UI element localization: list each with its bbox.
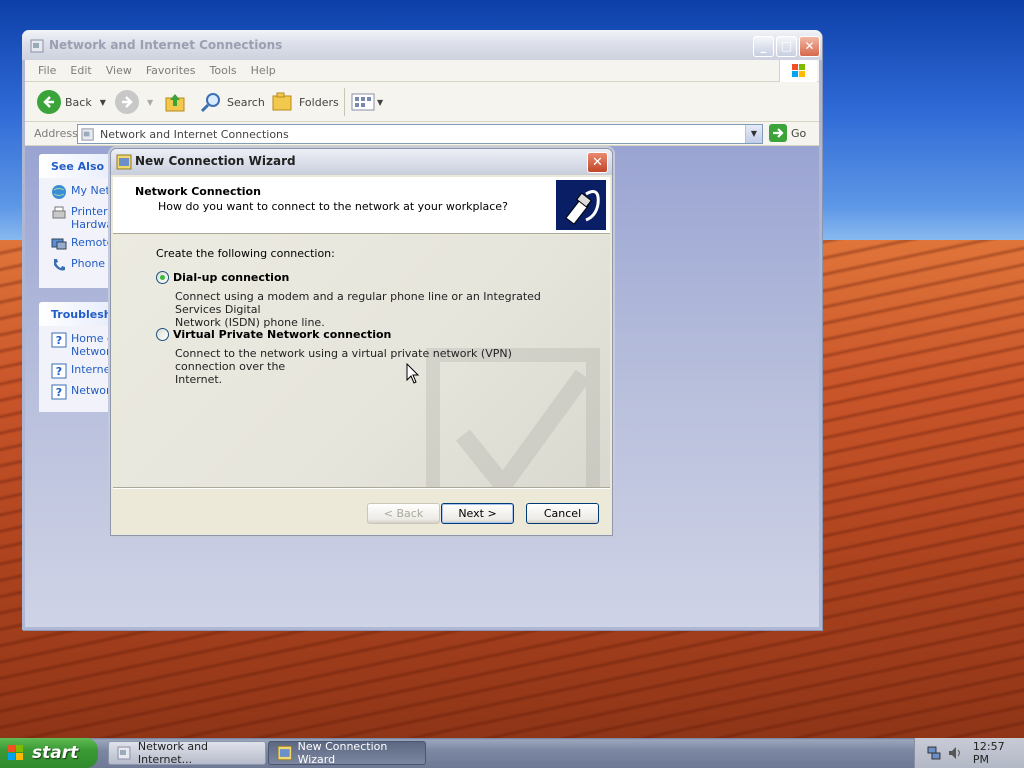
windows-flag-icon bbox=[8, 745, 23, 760]
printer-icon bbox=[52, 206, 66, 219]
chevron-down-icon: ▼ bbox=[377, 97, 384, 107]
back-wizard-button[interactable]: < Back bbox=[367, 503, 440, 524]
menu-tools[interactable]: Tools bbox=[203, 60, 244, 82]
globe-icon bbox=[52, 185, 66, 199]
cancel-button[interactable]: Cancel bbox=[526, 503, 599, 524]
wizard-close-button[interactable]: ✕ bbox=[587, 152, 608, 173]
wizard-icon bbox=[277, 745, 293, 761]
mouse-cursor-icon bbox=[406, 363, 420, 384]
dialup-radio[interactable] bbox=[156, 271, 169, 284]
chevron-down-icon[interactable]: ▼ bbox=[147, 98, 153, 107]
wizard-header-title: Network Connection bbox=[135, 185, 261, 198]
search-button[interactable]: Search bbox=[199, 89, 265, 115]
wizard-header-subtitle: How do you want to connect to the networ… bbox=[158, 200, 508, 213]
folders-icon bbox=[272, 92, 292, 111]
forward-button[interactable]: ▼ bbox=[115, 89, 153, 115]
minimize-button[interactable]: _ bbox=[753, 36, 774, 57]
svg-text:?: ? bbox=[56, 365, 62, 378]
menu-favorites[interactable]: Favorites bbox=[139, 60, 203, 82]
menu-bar: File Edit View Favorites Tools Help bbox=[25, 60, 819, 82]
explorer-title: Network and Internet Connections bbox=[49, 38, 283, 52]
maximize-button[interactable]: □ bbox=[776, 36, 797, 57]
back-arrow-icon bbox=[37, 90, 61, 114]
menu-view[interactable]: View bbox=[99, 60, 139, 82]
go-label: Go bbox=[791, 126, 807, 140]
address-dropdown-button[interactable]: ▼ bbox=[745, 125, 762, 143]
new-connection-wizard-dialog: New Connection Wizard ✕ Network Connecti… bbox=[110, 148, 613, 536]
vpn-radio-row[interactable]: Virtual Private Network connection bbox=[156, 328, 575, 341]
up-folder-icon bbox=[165, 94, 185, 112]
toolbar-separator bbox=[344, 88, 345, 116]
go-button[interactable]: Go bbox=[769, 124, 806, 142]
folders-button[interactable]: Folders bbox=[271, 89, 339, 115]
back-button[interactable]: Back ▼ bbox=[37, 89, 106, 115]
dialup-description: Connect using a modem and a regular phon… bbox=[175, 290, 541, 329]
phone-icon bbox=[54, 259, 65, 271]
taskbar: start Network and Internet... New Connec… bbox=[0, 738, 1024, 768]
back-label: Back bbox=[65, 95, 92, 109]
help-icon: ? bbox=[51, 332, 67, 348]
address-label: Address bbox=[34, 127, 78, 140]
dialup-radio-row[interactable]: Dial-up connection bbox=[156, 271, 575, 284]
go-arrow-icon bbox=[769, 124, 787, 142]
taskbar-item-network[interactable]: Network and Internet... bbox=[108, 740, 266, 766]
clock[interactable]: 12:57 PM bbox=[973, 740, 1024, 766]
wizard-icon bbox=[116, 154, 132, 170]
views-button[interactable]: ▼ bbox=[351, 89, 383, 115]
menu-file[interactable]: File bbox=[31, 60, 63, 82]
option-dialup: Dial-up connection Connect using a modem… bbox=[156, 271, 575, 329]
wizard-header: Network Connection How do you want to co… bbox=[113, 177, 610, 234]
remote-desktop-icon bbox=[51, 238, 67, 250]
vpn-label[interactable]: Virtual Private Network connection bbox=[173, 328, 391, 341]
wizard-body: Create the following connection: Dial-up… bbox=[113, 235, 610, 487]
address-value: Network and Internet Connections bbox=[100, 128, 289, 141]
vpn-description: Connect to the network using a virtual p… bbox=[175, 347, 512, 386]
system-tray: 12:57 PM bbox=[914, 738, 1024, 768]
wizard-separator bbox=[113, 487, 610, 489]
vpn-radio[interactable] bbox=[156, 328, 169, 341]
svg-text:?: ? bbox=[56, 334, 62, 347]
taskbar-item-wizard[interactable]: New Connection Wizard bbox=[268, 740, 426, 766]
help-icon: ? bbox=[51, 363, 67, 379]
address-field[interactable]: Network and Internet Connections ▼ bbox=[77, 124, 763, 144]
next-button[interactable]: Next > bbox=[441, 503, 514, 524]
help-icon: ? bbox=[51, 384, 67, 400]
explorer-titlebar[interactable]: Network and Internet Connections _ □ ✕ bbox=[22, 30, 822, 60]
up-folder-button[interactable] bbox=[163, 89, 187, 115]
svg-text:?: ? bbox=[56, 386, 62, 399]
dialup-label[interactable]: Dial-up connection bbox=[173, 271, 289, 284]
menu-edit[interactable]: Edit bbox=[63, 60, 98, 82]
menu-help[interactable]: Help bbox=[244, 60, 283, 82]
address-bar: Address Network and Internet Connections… bbox=[25, 122, 819, 146]
network-folder-icon bbox=[30, 39, 44, 53]
windows-logo-icon bbox=[779, 60, 817, 82]
chevron-down-icon[interactable]: ▼ bbox=[100, 98, 106, 107]
start-label: start bbox=[32, 743, 79, 763]
wizard-title: New Connection Wizard bbox=[135, 154, 296, 168]
start-button[interactable]: start bbox=[0, 738, 98, 768]
network-folder-icon bbox=[81, 128, 94, 141]
volume-icon[interactable] bbox=[947, 745, 963, 761]
folders-label: Folders bbox=[299, 95, 339, 109]
network-folder-icon bbox=[117, 746, 131, 760]
option-vpn: Virtual Private Network connection Conne… bbox=[156, 328, 575, 386]
chevron-down-icon: ▼ bbox=[750, 129, 758, 138]
wizard-titlebar[interactable]: New Connection Wizard ✕ bbox=[111, 149, 612, 175]
wizard-intro: Create the following connection: bbox=[156, 247, 335, 260]
forward-arrow-icon bbox=[115, 90, 139, 114]
toolbar: Back ▼ ▼ Search Folders ▼ bbox=[25, 82, 819, 122]
network-cable-icon bbox=[556, 180, 606, 230]
network-tray-icon[interactable] bbox=[927, 745, 941, 761]
search-icon bbox=[200, 93, 220, 113]
close-button[interactable]: ✕ bbox=[799, 36, 820, 57]
views-icon bbox=[351, 93, 375, 111]
search-label: Search bbox=[227, 95, 265, 109]
